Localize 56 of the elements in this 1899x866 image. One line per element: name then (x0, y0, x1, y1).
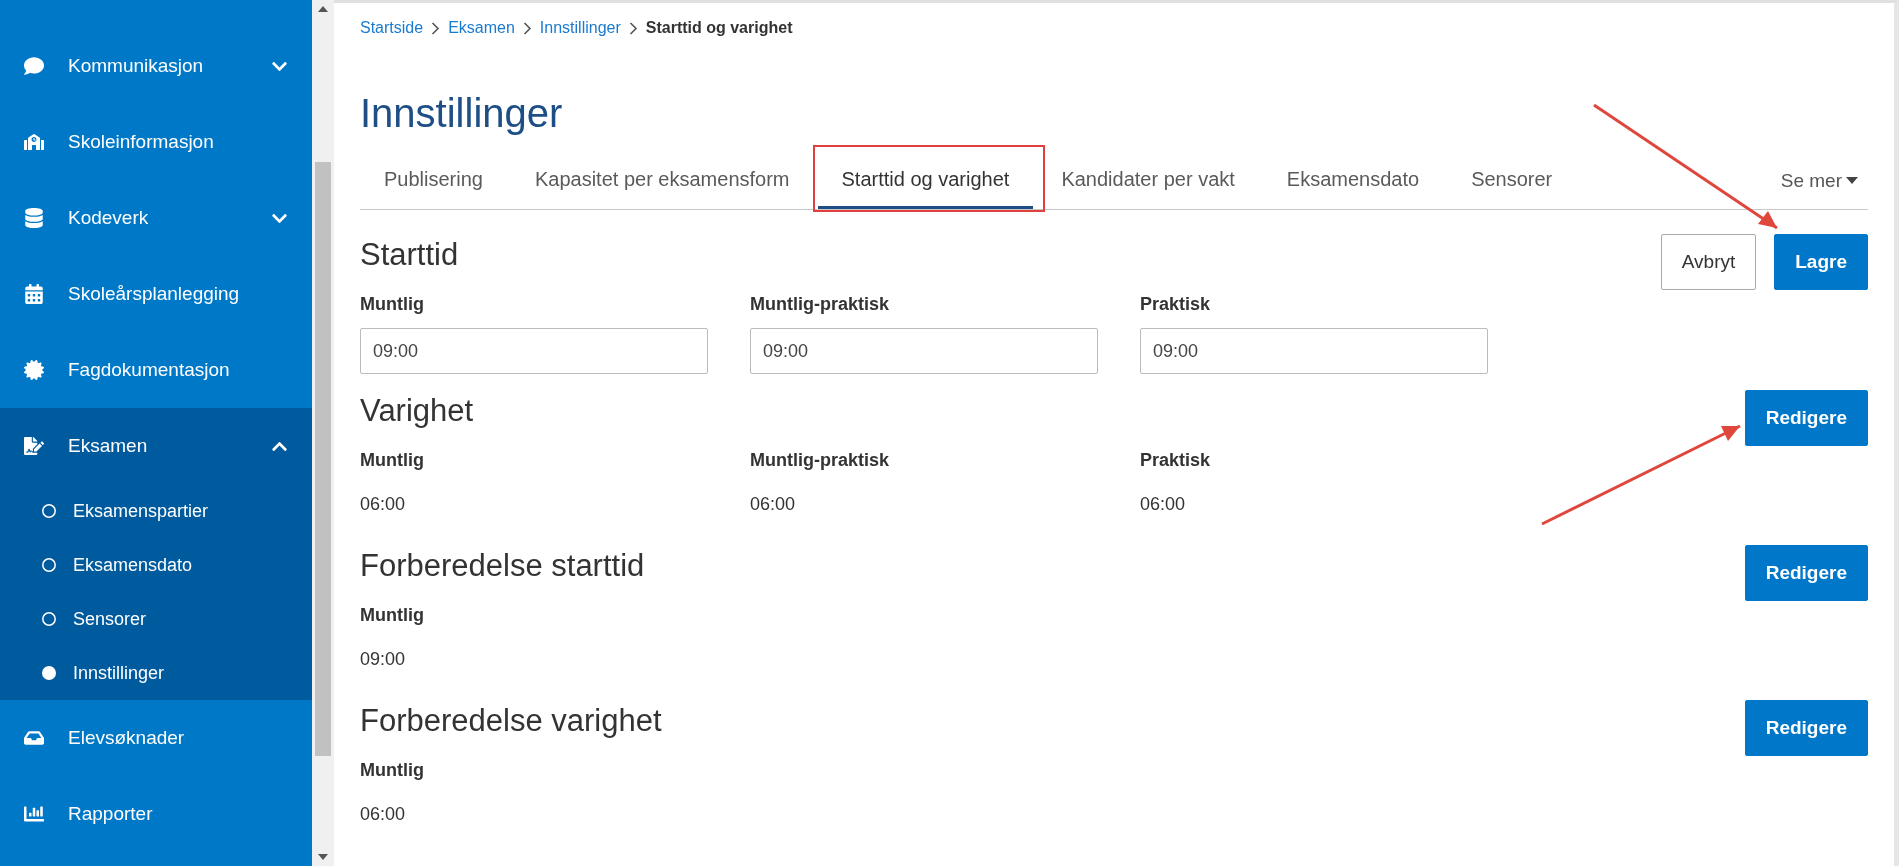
primary-button[interactable]: Lagre (1774, 234, 1868, 290)
breadcrumb-link[interactable]: Startside (360, 19, 424, 37)
field-label: Muntlig (360, 760, 425, 781)
field-value: 09:00 (360, 649, 407, 670)
tab[interactable]: Publisering (360, 152, 507, 209)
sidebar-subitem[interactable]: Innstillinger (0, 646, 312, 700)
primary-button[interactable]: Redigere (1744, 390, 1868, 446)
scroll-down-icon[interactable] (318, 854, 328, 860)
scroll-up-icon[interactable] (318, 6, 328, 12)
tab[interactable]: Starttid og varighet (817, 152, 1034, 209)
sidebar-subitem[interactable]: Sensorer (0, 592, 312, 646)
breadcrumb-link[interactable]: Eksamen (448, 19, 515, 37)
more-menu[interactable]: Se mer (1780, 152, 1868, 209)
field-value: 06:00 (360, 804, 407, 825)
breadcrumb-link[interactable]: Innstillinger (539, 19, 621, 37)
time-input[interactable]: 09:00 (750, 328, 1098, 374)
tab[interactable]: Sensorer (1447, 152, 1577, 209)
sidebar-item[interactable]: Rapporter (0, 776, 312, 852)
time-input[interactable]: 09:00 (1140, 328, 1488, 374)
field-value: 06:00 (360, 494, 407, 515)
field-label: Muntlig (360, 294, 425, 315)
breadcrumb-current-text: Starttid og varighet (645, 19, 793, 37)
tab[interactable]: Kandidater per vakt (1037, 152, 1259, 209)
chevron-right-icon (522, 21, 532, 35)
sidebar-item[interactable]: Kodeverk (0, 180, 312, 256)
sidebar-item[interactable]: Skoleinformasjon (0, 104, 312, 180)
page-title: Innstillinger (360, 91, 564, 136)
field-label: Muntlig-praktisk (750, 450, 890, 471)
sidebar-item[interactable]: Kommunikasjon (0, 28, 312, 104)
time-input[interactable]: 09:00 (360, 328, 708, 374)
caret-icon (1846, 177, 1858, 184)
scrollbar[interactable] (312, 0, 334, 866)
chevron-right-icon (628, 21, 638, 35)
field-label: Praktisk (1140, 294, 1212, 315)
tab[interactable]: Eksamensdato (1262, 152, 1444, 209)
field-label: Muntlig (360, 450, 425, 471)
sidebar-subitem[interactable]: Eksamenspartier (0, 484, 312, 538)
field-value: 06:00 (1140, 494, 1187, 515)
section-heading: Forberedelse varighet (360, 702, 662, 739)
field-label: Muntlig-praktisk (750, 294, 890, 315)
section-heading: Varighet (360, 392, 474, 429)
primary-button[interactable]: Redigere (1744, 545, 1868, 601)
sidebar-item[interactable]: Fagdokumentasjon (0, 332, 312, 408)
chevron-right-icon (431, 21, 441, 35)
field-label: Praktisk (1140, 450, 1212, 471)
sidebar-item[interactable]: Elevsøknader (0, 700, 312, 776)
primary-button[interactable]: Redigere (1744, 700, 1868, 756)
field-label: Muntlig (360, 605, 425, 626)
field-value: 06:00 (750, 494, 797, 515)
section-heading: Starttid (360, 236, 459, 273)
secondary-button[interactable]: Avbryt (1660, 234, 1757, 290)
tab[interactable]: Kapasitet per eksamensform (510, 152, 814, 209)
section-heading: Forberedelse starttid (360, 547, 645, 584)
sidebar-subitem[interactable]: Eksamensdato (0, 538, 312, 592)
sidebar-item[interactable]: Eksamen (0, 408, 312, 484)
sidebar-item[interactable]: Skoleårsplanlegging (0, 256, 312, 332)
